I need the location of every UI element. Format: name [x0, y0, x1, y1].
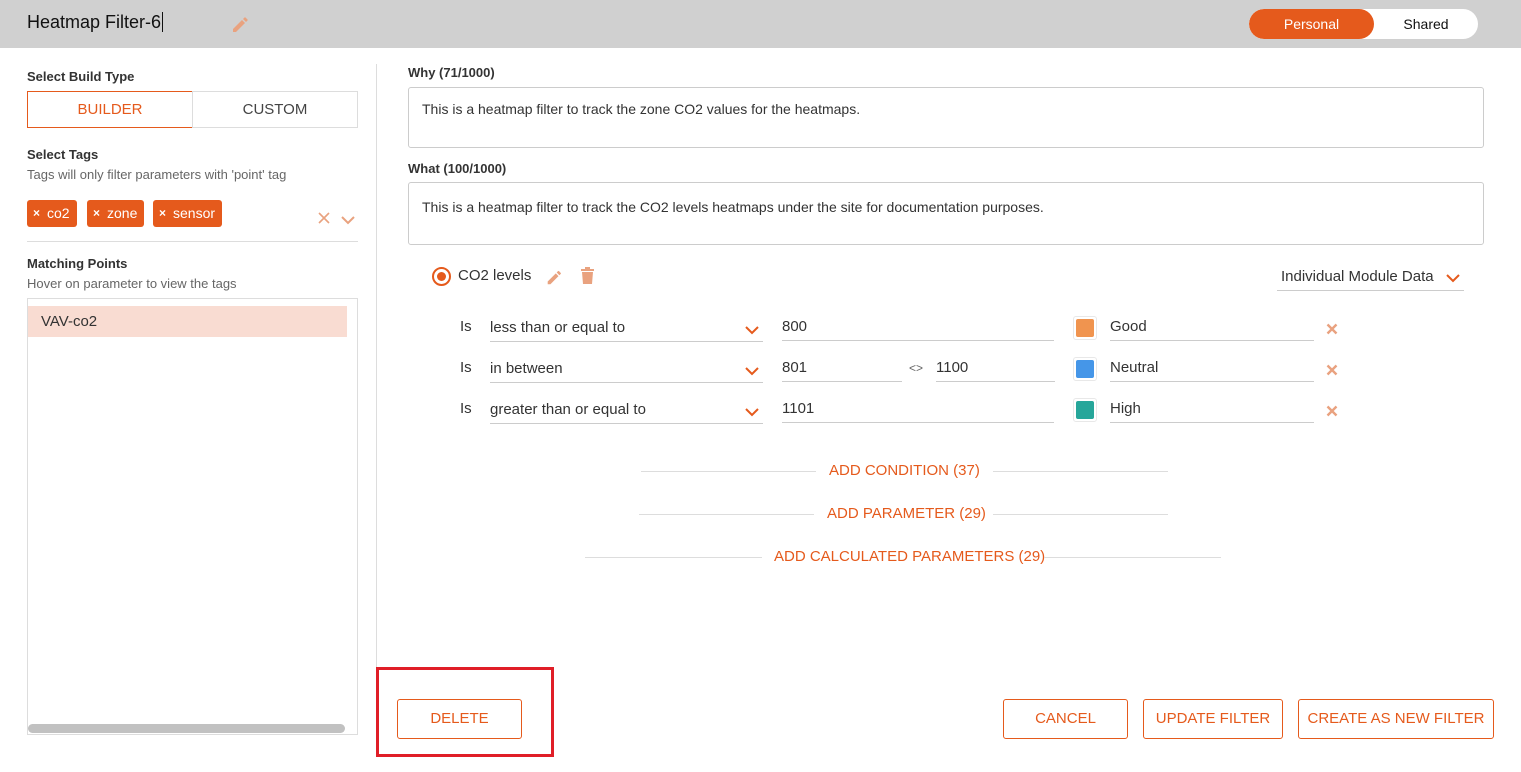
condition-operator-select[interactable]: in between [490, 358, 763, 383]
why-label: Why (71/1000) [408, 65, 495, 80]
custom-button[interactable]: CUSTOM [192, 91, 358, 128]
chevron-down-icon [745, 408, 759, 417]
tag-chip-label: zone [107, 205, 138, 221]
what-textarea[interactable]: This is a heatmap filter to track the CO… [408, 182, 1484, 245]
condition-is-label: Is [460, 318, 472, 335]
remove-tag-icon[interactable]: × [159, 200, 166, 227]
color-swatch [1076, 401, 1094, 419]
divider-line [1044, 557, 1221, 558]
list-item[interactable]: VAV-co2 [28, 306, 347, 337]
divider-line [585, 557, 762, 558]
condition-max-input[interactable]: 1100 [936, 357, 1055, 382]
condition-label-input[interactable]: High [1110, 398, 1314, 423]
condition-value-input[interactable]: 1101 [782, 398, 1054, 423]
matching-points-label: Matching Points [27, 256, 128, 271]
condition-operator-select[interactable]: less than or equal to [490, 317, 763, 342]
matching-points-hint: Hover on parameter to view the tags [27, 276, 237, 291]
pencil-icon[interactable] [230, 14, 250, 34]
tags-hint: Tags will only filter parameters with 'p… [27, 167, 287, 182]
update-filter-button[interactable]: UPDATE FILTER [1143, 699, 1283, 739]
builder-button[interactable]: BUILDER [27, 91, 193, 128]
divider-line [993, 471, 1168, 472]
divider-line [639, 514, 814, 515]
chevron-down-icon [1446, 274, 1460, 283]
between-symbol: <> [909, 361, 924, 375]
color-picker[interactable] [1073, 398, 1097, 422]
condition-value-input[interactable]: 800 [782, 316, 1054, 341]
operator-value: in between [490, 360, 563, 377]
color-picker[interactable] [1073, 316, 1097, 340]
color-picker[interactable] [1073, 357, 1097, 381]
toggle-personal[interactable]: Personal [1249, 9, 1374, 39]
why-textarea[interactable]: This is a heatmap filter to track the zo… [408, 87, 1484, 148]
chevron-down-icon[interactable] [341, 215, 355, 225]
matching-points-list [27, 298, 358, 735]
trash-icon[interactable] [580, 267, 595, 285]
tags-label: Select Tags [27, 147, 99, 162]
divider-line [641, 471, 816, 472]
header-bar: Heatmap Filter-6 Personal Shared [0, 0, 1521, 48]
color-swatch [1076, 319, 1094, 337]
condition-label-input[interactable]: Neutral [1110, 357, 1314, 382]
panel-separator [376, 64, 377, 754]
what-label: What (100/1000) [408, 161, 507, 176]
add-condition-link[interactable]: ADD CONDITION (37) [829, 462, 980, 479]
color-swatch [1076, 360, 1094, 378]
tag-chip-zone[interactable]: × zone [87, 200, 145, 227]
tag-chip-label: sensor [173, 205, 216, 221]
remove-condition-icon[interactable] [1326, 405, 1338, 417]
parameter-radio[interactable] [432, 267, 451, 286]
add-calculated-parameters-link[interactable]: ADD CALCULATED PARAMETERS (29) [774, 548, 1045, 565]
condition-is-label: Is [460, 400, 472, 417]
visibility-toggle[interactable]: Personal Shared [1249, 9, 1478, 39]
operator-value: greater than or equal to [490, 401, 646, 418]
operator-value: less than or equal to [490, 319, 626, 336]
condition-label-input[interactable]: Good [1110, 316, 1314, 341]
remove-condition-icon[interactable] [1326, 364, 1338, 376]
highlight-box [376, 667, 554, 757]
toggle-shared[interactable]: Shared [1374, 9, 1478, 39]
parameter-name: CO2 levels [458, 267, 532, 284]
divider-line [993, 514, 1168, 515]
remove-condition-icon[interactable] [1326, 323, 1338, 335]
build-type-label: Select Build Type [27, 69, 135, 84]
tags-divider [27, 241, 358, 242]
module-data-value: Individual Module Data [1281, 268, 1434, 285]
pencil-icon[interactable] [545, 268, 563, 286]
condition-min-input[interactable]: 801 [782, 357, 902, 382]
chevron-down-icon [745, 367, 759, 376]
tag-chip-label: co2 [47, 205, 70, 221]
module-data-select[interactable]: Individual Module Data [1277, 266, 1464, 291]
condition-is-label: Is [460, 359, 472, 376]
cancel-button[interactable]: CANCEL [1003, 699, 1128, 739]
filter-title-text: Heatmap Filter-6 [27, 12, 162, 32]
tag-chip-co2[interactable]: × co2 [27, 200, 77, 227]
tag-chip-sensor[interactable]: × sensor [153, 200, 223, 227]
horizontal-scrollbar[interactable] [28, 724, 345, 733]
create-new-filter-button[interactable]: CREATE AS NEW FILTER [1298, 699, 1494, 739]
condition-operator-select[interactable]: greater than or equal to [490, 399, 763, 424]
chevron-down-icon [745, 326, 759, 335]
add-parameter-link[interactable]: ADD PARAMETER (29) [827, 505, 986, 522]
clear-tags-icon[interactable] [318, 212, 330, 224]
filter-title-input[interactable]: Heatmap Filter-6 [27, 12, 164, 33]
remove-tag-icon[interactable]: × [93, 200, 100, 227]
remove-tag-icon[interactable]: × [33, 200, 40, 227]
text-caret [162, 12, 164, 32]
